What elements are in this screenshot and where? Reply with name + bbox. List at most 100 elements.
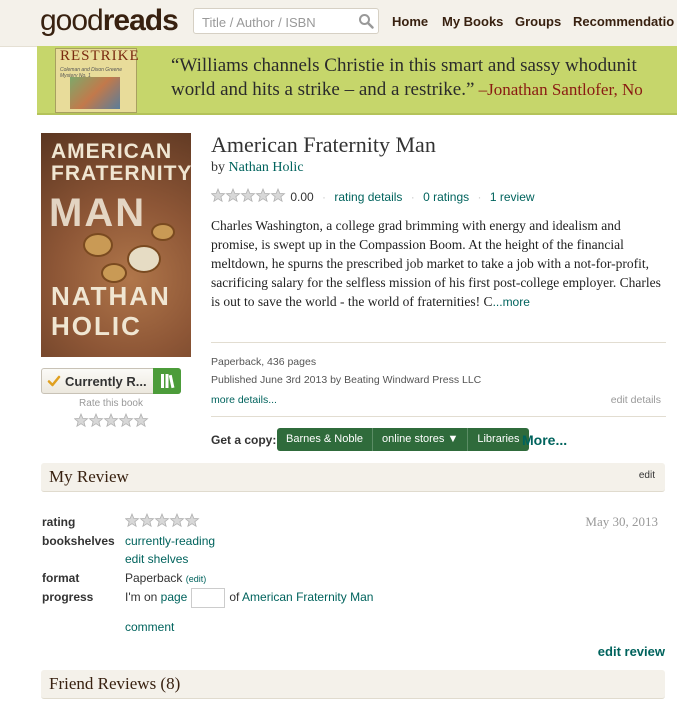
- bookshelves-label: bookshelves: [42, 534, 115, 548]
- star-rating-input[interactable]: [124, 512, 201, 529]
- shelf-dropdown-button[interactable]: [153, 368, 181, 394]
- progress-of: of: [229, 590, 240, 605]
- star-icon: [240, 187, 256, 203]
- book-format: Paperback, 436 pages: [211, 356, 317, 368]
- book-title: American Fraternity Man: [211, 132, 436, 157]
- nav-my-books[interactable]: My Books: [442, 14, 503, 29]
- nav-home[interactable]: Home: [392, 14, 428, 29]
- progress-label: progress: [42, 590, 94, 604]
- star-icon: [210, 187, 226, 203]
- more-stores-link[interactable]: More...: [522, 432, 567, 448]
- divider: [211, 342, 666, 343]
- banner-quote-attribution: –Jonathan Santlofer, No: [474, 80, 643, 99]
- shelf-link[interactable]: currently-reading: [125, 534, 215, 548]
- star-rating-input[interactable]: [73, 412, 150, 429]
- search-icon[interactable]: [358, 13, 374, 29]
- barnes-noble-button[interactable]: Barnes & Noble: [277, 428, 374, 451]
- book-cover[interactable]: AMERICAN FRATERNITY MAN NATHAN HOLIC: [41, 133, 191, 357]
- my-review-heading: My Review: [49, 467, 129, 486]
- cover-peanut-art: [101, 263, 127, 283]
- review-date: May 30, 2013: [585, 514, 658, 529]
- shelf-status-label: Currently R...: [65, 374, 147, 389]
- edit-review-link[interactable]: edit review: [598, 644, 665, 659]
- star-icon: [184, 512, 200, 528]
- reviews-count-link[interactable]: 1 review: [490, 190, 535, 204]
- cover-shell-art: [83, 233, 113, 257]
- cover-author: NATHAN HOLIC: [51, 281, 171, 341]
- nav-recommendations[interactable]: Recommendatio: [573, 14, 674, 29]
- cover-title: AMERICAN FRATERNITY: [51, 140, 191, 185]
- star-icon: [124, 512, 140, 528]
- rating-row: 0.00 · rating details · 0 ratings · 1 re…: [210, 187, 535, 204]
- rating-label: rating: [42, 515, 76, 529]
- star-icon: [255, 187, 271, 203]
- banner-quote: “Williams channels Christie in this smar…: [171, 54, 643, 102]
- star-icon: [103, 412, 119, 428]
- star-icon: [225, 187, 241, 203]
- progress-unit-toggle[interactable]: page: [161, 590, 188, 604]
- goodreads-logo[interactable]: goodreads: [40, 4, 179, 38]
- ad-banner[interactable]: RESTRIKE Coleman and Dixon Greene Myster…: [37, 46, 677, 115]
- book-description: Charles Washington, a college grad brimm…: [211, 216, 663, 312]
- book-published: Published June 3rd 2013 by Beating Windw…: [211, 374, 482, 386]
- banner-quote-line1: “Williams channels Christie in this smar…: [171, 55, 637, 76]
- format-value: Paperback (edit): [125, 571, 206, 585]
- edit-details-link[interactable]: edit details: [611, 394, 661, 406]
- libraries-button[interactable]: Libraries: [468, 428, 528, 451]
- my-rating-stars[interactable]: [124, 512, 201, 532]
- description-text: Charles Washington, a college grad brimm…: [211, 218, 661, 309]
- checkmark-icon: [47, 375, 61, 387]
- description-more-link[interactable]: ...more: [493, 295, 530, 309]
- friend-reviews-heading: Friend Reviews (8): [49, 674, 181, 693]
- progress-prefix: I'm on: [125, 590, 158, 605]
- rating-details-link[interactable]: rating details: [334, 190, 402, 204]
- get-a-copy-label: Get a copy:: [211, 433, 277, 447]
- format-label: format: [42, 571, 80, 585]
- comment-link[interactable]: comment: [125, 620, 174, 634]
- star-icon: [169, 512, 185, 528]
- progress-book-link[interactable]: American Fraternity Man: [242, 590, 373, 604]
- star-icon: [270, 187, 286, 203]
- cover-nut-art: [151, 223, 175, 241]
- ratings-count-link[interactable]: 0 ratings: [423, 190, 469, 204]
- banner-quote-line2: world and hits a strike – and a restrike…: [171, 79, 475, 100]
- by-label: by: [211, 160, 225, 175]
- byline: by Nathan Holic: [211, 160, 304, 176]
- average-rating-stars: [210, 187, 286, 203]
- my-review-header: My Review edit: [41, 463, 665, 492]
- cover-bottlecap-art: [127, 245, 161, 273]
- logo-good: good: [40, 4, 104, 37]
- star-icon: [118, 412, 134, 428]
- star-icon: [154, 512, 170, 528]
- format-text: Paperback: [125, 571, 183, 585]
- more-details-link[interactable]: more details...: [211, 394, 277, 406]
- edit-shelves-link[interactable]: edit shelves: [125, 552, 188, 566]
- my-review-edit-link[interactable]: edit: [639, 470, 655, 481]
- bookshelf-icon: [161, 374, 175, 389]
- cover-title-man: MAN: [49, 191, 147, 235]
- shelf-status-button[interactable]: Currently R...: [41, 368, 181, 394]
- rate-this-book-label: Rate this book: [79, 398, 143, 409]
- store-buttons: Barnes & Noble online stores ▼ Libraries: [277, 428, 529, 451]
- site-header: goodreads Home My Books Groups Recommend…: [0, 0, 677, 47]
- star-icon: [88, 412, 104, 428]
- star-icon: [139, 512, 155, 528]
- format-edit-link[interactable]: (edit): [186, 574, 207, 584]
- divider: [211, 416, 666, 417]
- author-link[interactable]: Nathan Holic: [229, 160, 304, 175]
- progress-row: I'm on page of American Fraternity Man: [125, 588, 373, 608]
- progress-page-input[interactable]: [191, 588, 226, 608]
- star-icon: [73, 412, 89, 428]
- friend-reviews-header: Friend Reviews (8): [41, 670, 665, 699]
- banner-book-image: RESTRIKE Coleman and Dixon Greene Myster…: [55, 48, 140, 113]
- online-stores-dropdown[interactable]: online stores ▼: [373, 428, 469, 451]
- banner-book-title: RESTRIKE: [60, 48, 140, 64]
- star-icon: [133, 412, 149, 428]
- average-rating-value: 0.00: [290, 190, 314, 204]
- search-input[interactable]: [200, 12, 354, 32]
- banner-book-art: [70, 77, 120, 109]
- logo-reads: reads: [102, 4, 179, 37]
- nav-groups[interactable]: Groups: [515, 14, 561, 29]
- rate-stars[interactable]: [73, 412, 150, 432]
- search-box: [193, 8, 379, 34]
